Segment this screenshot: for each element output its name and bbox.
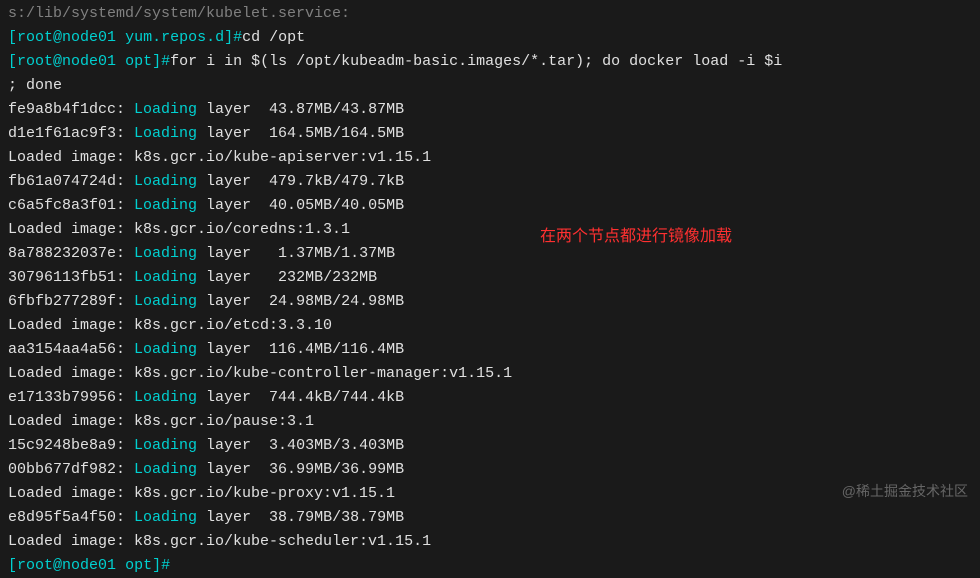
watermark-text: @稀土掘金技术社区 (842, 480, 968, 502)
output-line: 30796113fb51: Loading layer 232MB/232MB (8, 266, 972, 290)
prompt-line-3: [root@node01 opt]# (8, 554, 972, 578)
output-line: Loaded image: k8s.gcr.io/kube-controller… (8, 362, 972, 386)
output-line: fb61a074724d: Loading layer 479.7kB/479.… (8, 170, 972, 194)
output-line: 15c9248be8a9: Loading layer 3.403MB/3.40… (8, 434, 972, 458)
output-line: 00bb677df982: Loading layer 36.99MB/36.9… (8, 458, 972, 482)
output-line: e17133b79956: Loading layer 744.4kB/744.… (8, 386, 972, 410)
output-line: Loaded image: k8s.gcr.io/kube-apiserver:… (8, 146, 972, 170)
output-line: aa3154aa4a56: Loading layer 116.4MB/116.… (8, 338, 972, 362)
output-block: fe9a8b4f1dcc: Loading layer 43.87MB/43.8… (8, 98, 972, 554)
output-line: Loaded image: k8s.gcr.io/coredns:1.3.1 (8, 218, 972, 242)
annotation-text: 在两个节点都进行镜像加载 (540, 224, 732, 250)
output-line: 8a788232037e: Loading layer 1.37MB/1.37M… (8, 242, 972, 266)
output-line: 6fbfb277289f: Loading layer 24.98MB/24.9… (8, 290, 972, 314)
prompt-line-1: [root@node01 yum.repos.d]#cd /opt (8, 26, 972, 50)
output-line: Loaded image: k8s.gcr.io/kube-scheduler:… (8, 530, 972, 554)
output-line: c6a5fc8a3f01: Loading layer 40.05MB/40.0… (8, 194, 972, 218)
output-line: Loaded image: k8s.gcr.io/kube-proxy:v1.1… (8, 482, 972, 506)
output-line: d1e1f61ac9f3: Loading layer 164.5MB/164.… (8, 122, 972, 146)
prompt-line-2: [root@node01 opt]#for i in $(ls /opt/kub… (8, 50, 972, 98)
output-line: fe9a8b4f1dcc: Loading layer 43.87MB/43.8… (8, 98, 972, 122)
output-line: e8d95f5a4f50: Loading layer 38.79MB/38.7… (8, 506, 972, 530)
output-line: Loaded image: k8s.gcr.io/etcd:3.3.10 (8, 314, 972, 338)
output-line: Loaded image: k8s.gcr.io/pause:3.1 (8, 410, 972, 434)
truncated-line: s:/lib/systemd/system/kubelet.service: (8, 2, 972, 26)
